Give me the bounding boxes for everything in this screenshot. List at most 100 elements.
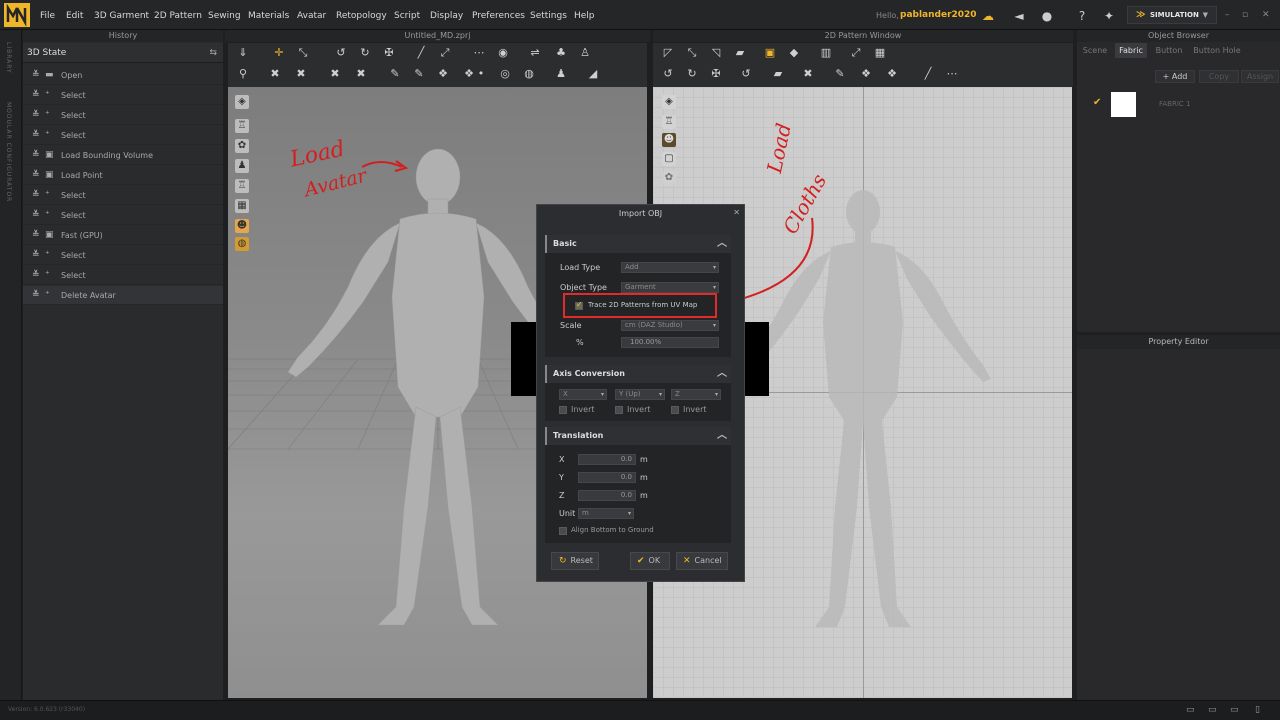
segment-icon[interactable]: ↺: [739, 67, 753, 81]
sew-icon[interactable]: ⋯: [472, 46, 486, 60]
brush-icon[interactable]: ✎: [833, 67, 847, 81]
history-row[interactable]: ≚ ⁺ Select: [23, 126, 223, 145]
shirt-icon[interactable]: ♖: [235, 119, 249, 133]
axis-y-select[interactable]: Y (Up) ▾: [615, 389, 665, 400]
select-mesh-icon[interactable]: ⤡: [296, 46, 310, 60]
menu-avatar[interactable]: Avatar: [297, 11, 326, 21]
history-row[interactable]: ≚ ▣ Fast (GPU): [23, 226, 223, 245]
view-icon[interactable]: ◈: [662, 95, 676, 109]
paper-icon[interactable]: ▢: [662, 152, 676, 166]
point-icon[interactable]: •: [474, 67, 488, 81]
sew-icon[interactable]: ✠: [709, 67, 723, 81]
menu-settings[interactable]: Settings: [530, 11, 567, 21]
layout-split-icon[interactable]: ▯: [1255, 705, 1260, 715]
reset-button[interactable]: ↻ Reset: [551, 552, 599, 570]
menu-retopology[interactable]: Retopology: [336, 11, 387, 21]
menu-script[interactable]: Script: [394, 11, 420, 21]
app-logo-icon[interactable]: [4, 3, 30, 27]
add-button[interactable]: + Add: [1155, 70, 1195, 83]
circle-icon[interactable]: ◎: [498, 67, 512, 81]
diamond-icon[interactable]: ❖: [885, 67, 899, 81]
menu-help[interactable]: Help: [574, 11, 595, 21]
menu-2d-pattern[interactable]: 2D Pattern: [154, 11, 202, 21]
cloth-tool-icon[interactable]: ✖: [354, 67, 368, 81]
history-row[interactable]: ≚ ⁺ Select: [23, 186, 223, 205]
username[interactable]: pablander2020: [900, 10, 977, 20]
sew-icon[interactable]: ↺: [661, 67, 675, 81]
cancel-button[interactable]: ✕ Cancel: [676, 552, 728, 570]
ok-button[interactable]: ✔ OK: [630, 552, 670, 570]
scale-select[interactable]: cm (DAZ Studio) ▾: [621, 320, 719, 331]
polygon-icon[interactable]: ◆: [787, 46, 801, 60]
translation-z-input[interactable]: 0.0: [578, 490, 636, 501]
fabric-list-item[interactable]: ✔ FABRIC 1: [1077, 90, 1280, 120]
load-type-select[interactable]: Add ▾: [621, 262, 719, 273]
library-tab[interactable]: LIBRARY: [5, 42, 12, 74]
copy-button[interactable]: Copy: [1199, 70, 1239, 83]
cloth-tool-icon[interactable]: ✖: [294, 67, 308, 81]
bird-icon[interactable]: ✦: [1102, 9, 1116, 23]
menu-preferences[interactable]: Preferences: [472, 11, 525, 21]
history-row[interactable]: ≚ ⁺ Delete Avatar: [23, 286, 223, 305]
tab-fabric[interactable]: Fabric: [1115, 43, 1147, 58]
layout-3d-icon[interactable]: ▭: [1208, 705, 1217, 715]
view-icon[interactable]: ◈: [235, 95, 249, 109]
speaker-icon[interactable]: ◄: [1012, 9, 1026, 23]
maximize-icon[interactable]: ▫: [1242, 10, 1248, 20]
sew-icon[interactable]: ↻: [685, 67, 699, 81]
run-icon[interactable]: ⚲: [236, 67, 250, 81]
measure-icon[interactable]: ⤢: [438, 46, 452, 60]
grid-icon[interactable]: ▦: [873, 46, 887, 60]
translation-y-input[interactable]: 0.0: [578, 472, 636, 483]
shirt-icon[interactable]: ♖: [662, 115, 676, 129]
menu-display[interactable]: Display: [430, 11, 463, 21]
assign-button[interactable]: Assign: [1241, 70, 1279, 83]
brush-icon[interactable]: ✎: [388, 67, 402, 81]
history-row[interactable]: ≚ ▣ Load Bounding Volume: [23, 146, 223, 165]
invert-x-checkbox[interactable]: [559, 406, 567, 414]
cloth-tool-icon[interactable]: ✖: [801, 67, 815, 81]
history-row[interactable]: ≚ ⁺ Select: [23, 86, 223, 105]
modular-configurator-tab[interactable]: MODULAR CONFIGURATOR: [5, 102, 12, 202]
close-icon[interactable]: ✕: [1262, 10, 1270, 20]
line-icon[interactable]: ╱: [921, 67, 935, 81]
pattern-icon[interactable]: ▦: [235, 199, 249, 213]
pattern-icon[interactable]: ◉: [496, 46, 510, 60]
history-row[interactable]: ≚ ⁺ Select: [23, 246, 223, 265]
menu-sewing[interactable]: Sewing: [208, 11, 241, 21]
settings-icon[interactable]: ✿: [662, 171, 676, 185]
pin-tool-icon[interactable]: ✠: [382, 46, 396, 60]
trace-icon[interactable]: ⤢: [849, 46, 863, 60]
avatar-icon[interactable]: ☻: [662, 133, 676, 147]
brush-icon[interactable]: ✎: [412, 67, 426, 81]
internal-line-icon[interactable]: ▥: [819, 46, 833, 60]
tab-button[interactable]: Button: [1151, 43, 1187, 58]
help-icon[interactable]: ?: [1075, 9, 1089, 23]
unit-select[interactable]: m ▾: [578, 508, 634, 519]
folder-icon[interactable]: ▰: [733, 46, 747, 60]
history-row[interactable]: ≚ ⁺ Select: [23, 206, 223, 225]
measure-tape-icon[interactable]: ◢: [586, 67, 600, 81]
edit-curve-icon[interactable]: ◹: [709, 46, 723, 60]
menu-materials[interactable]: Materials: [248, 11, 289, 21]
close-icon[interactable]: ✕: [733, 208, 740, 217]
pin-icon[interactable]: ⇆: [209, 43, 217, 63]
cloth-tool-icon[interactable]: ✖: [328, 67, 342, 81]
history-row[interactable]: ≚ ▣ Load Point: [23, 166, 223, 185]
rectangle-icon[interactable]: ▣: [763, 46, 777, 60]
globe-icon[interactable]: ◍: [235, 237, 249, 251]
user-icon[interactable]: ●: [1040, 9, 1054, 23]
cloud-icon[interactable]: ☁: [981, 9, 995, 23]
tack-icon[interactable]: ↻: [358, 46, 372, 60]
fold-icon[interactable]: ↺: [334, 46, 348, 60]
menu-3d-garment[interactable]: 3D Garment: [94, 11, 149, 21]
history-row[interactable]: ≚ ⁺ Select: [23, 106, 223, 125]
axis-z-select[interactable]: Z ▾: [671, 389, 721, 400]
target-icon[interactable]: ◍: [522, 67, 536, 81]
garment-icon[interactable]: ♖: [235, 179, 249, 193]
axis-section-header[interactable]: Axis Conversion ︿: [545, 365, 731, 383]
texture-icon[interactable]: ✿: [235, 139, 249, 153]
menu-file[interactable]: File: [40, 11, 55, 21]
align-bottom-checkbox[interactable]: [559, 527, 567, 535]
history-row[interactable]: ≚ ▬ Open: [23, 66, 223, 85]
